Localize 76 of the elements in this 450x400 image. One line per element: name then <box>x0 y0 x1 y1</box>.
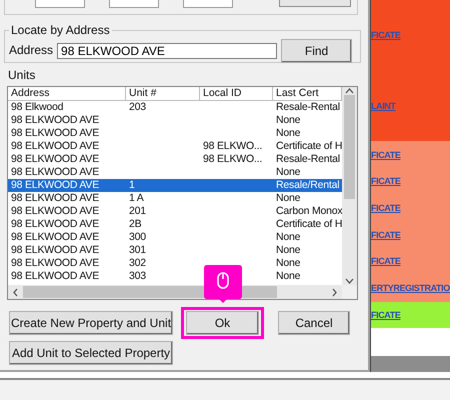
list-cell-text: 303 <box>128 270 147 283</box>
list-cell-text: Resale/Rental <box>275 179 340 192</box>
list-cell-text: 301 <box>128 244 147 257</box>
scroll-left-icon[interactable] <box>12 288 19 296</box>
address-field[interactable]: 98 ELKWOOD AVE <box>57 43 278 59</box>
list-cell-text: Certificate of H <box>275 140 342 153</box>
list-row[interactable]: 98 ELKWOOD AVE None <box>8 114 342 127</box>
list-row[interactable]: 98 Elkwood 203 Resale-Rental <box>8 101 342 114</box>
list-cell-text: 98 Elkwood <box>10 101 64 114</box>
scrollbar-corner <box>342 285 357 299</box>
list-cell-text: None <box>275 231 302 244</box>
list-cell-text: 98 ELKWO... <box>202 140 264 153</box>
list-cell-text: 98 ELKWOOD AVE <box>10 205 100 218</box>
find-button[interactable]: Find <box>281 39 352 63</box>
list-cell-text: 98 ELKWOOD AVE <box>10 114 100 127</box>
list-cell-text: None <box>275 166 302 179</box>
list-cell-text: 302 <box>128 257 147 270</box>
column-header[interactable]: Local ID <box>200 87 273 101</box>
list-row[interactable]: 98 ELKWOOD AVE 301 None <box>8 244 342 257</box>
list-row[interactable]: 98 ELKWOOD AVE 1 Resale/Rental <box>8 179 342 192</box>
list-cell-text: 98 ELKWOOD AVE <box>10 127 100 140</box>
input-field[interactable] <box>183 0 233 8</box>
list-row[interactable]: 98 ELKWOOD AVE 302 None <box>8 257 342 270</box>
list-cell-text: None <box>275 270 302 283</box>
certificate-link[interactable]: FICATE <box>371 310 400 320</box>
list-cell-text: Certificate of H <box>275 218 342 231</box>
list-cell-text: 98 ELKWOOD AVE <box>10 257 100 270</box>
ok-button[interactable]: Ok <box>186 311 259 335</box>
list-cell-text: 98 ELKWOOD AVE <box>10 153 100 166</box>
list-row[interactable]: 98 ELKWOOD AVE 1 A None <box>8 192 342 205</box>
address-label: Address <box>9 43 54 57</box>
list-cell-text: 98 ELKWOOD AVE <box>10 140 100 153</box>
cancel-button[interactable]: Cancel <box>278 311 350 335</box>
list-cell-text: 201 <box>128 205 147 218</box>
list-row[interactable]: 98 ELKWOOD AVE 98 ELKWO... Certificate of H <box>8 140 342 153</box>
list-row[interactable]: 98 ELKWOOD AVE 98 ELKWO... Resale-Rental <box>8 153 342 166</box>
list-row[interactable]: 98 ELKWOOD AVE None <box>8 127 342 140</box>
list-cell-text: None <box>275 114 302 127</box>
column-header[interactable]: Last Cert <box>273 87 342 101</box>
group-title: Locate by Address <box>10 23 111 37</box>
list-cell-text: 98 ELKWOOD AVE <box>10 244 100 257</box>
list-cell-text: None <box>275 244 302 257</box>
list-row[interactable]: 98 ELKWOOD AVE 201 Carbon Monox <box>8 205 342 218</box>
list-cell-text: 98 ELKWOOD AVE <box>10 166 100 179</box>
list-cell-text: 1 <box>128 179 136 192</box>
list-cell-text: 98 ELKWOOD AVE <box>10 218 100 231</box>
list-row[interactable]: 98 ELKWOOD AVE None <box>8 166 342 179</box>
list-cell-text: 300 <box>128 231 147 244</box>
list-row[interactable]: 98 ELKWOOD AVE 2B Certificate of H <box>8 218 342 231</box>
list-cell-text: 98 ELKWO... <box>202 153 264 166</box>
list-row[interactable]: 98 ELKWOOD AVE 303 None <box>8 270 342 283</box>
list-cell-text: 203 <box>128 101 147 114</box>
list-cell-text: 98 ELKWOOD AVE <box>10 231 100 244</box>
input-field[interactable] <box>109 0 159 8</box>
list-cell-text: Resale-Rental <box>275 101 341 114</box>
column-header[interactable]: Address <box>8 87 126 101</box>
list-cell-text: None <box>275 127 302 140</box>
list-cell-text: 98 ELKWOOD AVE <box>10 192 100 205</box>
list-row[interactable]: 98 ELKWOOD AVE 300 None <box>8 231 342 244</box>
scroll-right-icon[interactable] <box>331 288 338 296</box>
list-cell-text: 98 ELKWOOD AVE <box>10 270 100 283</box>
units-label: Units <box>8 68 36 82</box>
input-field[interactable] <box>35 0 85 8</box>
list-cell-text: 98 ELKWOOD AVE <box>10 179 100 192</box>
list-cell-text: Carbon Monox <box>275 205 342 218</box>
scroll-up-icon[interactable] <box>345 87 354 95</box>
add-unit-button[interactable]: Add Unit to Selected Property <box>9 341 173 365</box>
vertical-scrollbar[interactable] <box>342 87 357 285</box>
scroll-down-icon[interactable] <box>345 277 354 285</box>
create-property-button[interactable]: Create New Property and Unit <box>9 311 173 335</box>
list-cell-text: None <box>275 192 302 205</box>
list-cell-text: 1 A <box>128 192 145 205</box>
list-cell-text: Resale-Rental <box>275 153 341 166</box>
list-cell-text: None <box>275 257 302 270</box>
list-cell-text: 2B <box>128 218 142 231</box>
column-header[interactable]: Unit # <box>126 87 200 101</box>
